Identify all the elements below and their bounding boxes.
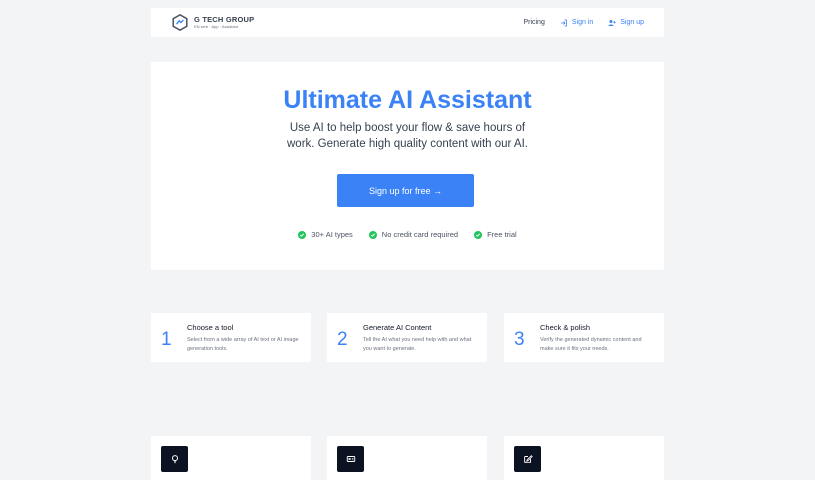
hero-title: Ultimate AI Assistant <box>283 86 532 114</box>
edit-icon <box>514 446 541 472</box>
step-description: Select from a wide array of AI text or A… <box>187 337 299 352</box>
hero-section: Ultimate AI Assistant Use AI to help boo… <box>151 62 664 270</box>
step-card-2: 2 Generate AI Content Tell the AI what y… <box>327 313 487 362</box>
sign-in-icon <box>560 19 567 26</box>
step-card-1: 1 Choose a tool Select from a wide array… <box>151 313 311 362</box>
check-circle-icon <box>298 230 307 239</box>
top-nav: Pricing Sign in Sign up <box>523 19 644 27</box>
id-card-icon <box>337 446 364 472</box>
step-title: Choose a tool <box>187 323 234 332</box>
brand-name: G TECH GROUP <box>194 15 255 25</box>
feature-label: No credit card required <box>381 230 459 239</box>
nav-sign-in-link[interactable]: Sign in <box>560 19 593 27</box>
feature-list: 30+ AI types No credit card required Fre… <box>151 230 664 239</box>
sign-in-label: Sign in <box>571 19 594 26</box>
feature-card-2 <box>327 436 487 480</box>
hero-subtitle: Use AI to help boost your flow & save ho… <box>151 120 664 152</box>
feature-item: No credit card required <box>368 230 459 239</box>
step-description: Verify the generated dynamic content and… <box>540 337 642 352</box>
site-header: G TECH GROUP EN web · App · Assistant Pr… <box>151 8 664 37</box>
sign-up-free-button[interactable]: Sign up for free → <box>337 174 474 207</box>
step-title: Check & polish <box>540 323 591 332</box>
step-title: Generate AI Content <box>363 323 432 332</box>
step-number: 2 <box>337 329 348 350</box>
feature-label: 30+ AI types <box>311 230 353 239</box>
brand-logo[interactable]: G TECH GROUP EN web · App · Assistant <box>171 14 254 31</box>
feature-item: 30+ AI types <box>298 230 353 239</box>
user-plus-icon <box>608 19 616 26</box>
feature-label: Free trial <box>487 230 517 239</box>
nav-sign-up-link[interactable]: Sign up <box>608 19 644 27</box>
brand-tagline: EN web · App · Assistant <box>194 23 239 29</box>
step-card-3: 3 Check & polish Verify the generated dy… <box>504 313 664 362</box>
hero-subtitle-line-1: Use AI to help boost your flow & save ho… <box>289 122 526 134</box>
lightbulb-icon <box>161 446 188 472</box>
step-number: 1 <box>161 329 172 350</box>
feature-card-1 <box>151 436 311 480</box>
feature-card-3 <box>504 436 664 480</box>
feature-item: Free trial <box>474 230 517 239</box>
step-number: 3 <box>514 329 525 350</box>
hero-subtitle-line-2: work. Generate high quality content with… <box>287 138 528 150</box>
check-circle-icon <box>368 230 377 239</box>
sign-up-label: Sign up <box>620 19 644 26</box>
nav-pricing-link[interactable]: Pricing <box>523 19 544 26</box>
check-circle-icon <box>474 230 483 239</box>
step-description: Tell the AI what you need help with and … <box>363 337 472 352</box>
logo-icon <box>172 14 188 31</box>
